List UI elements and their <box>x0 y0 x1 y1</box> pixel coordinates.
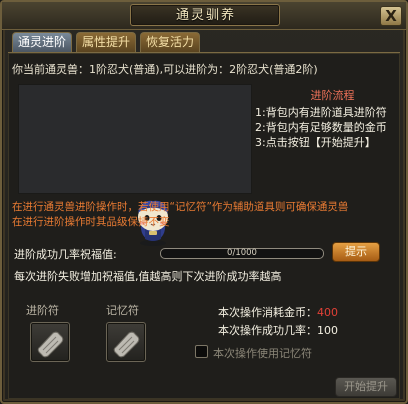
current-pet-text: 你当前通灵兽：1阶忍犬(普通),可以进阶为：2阶忍犬(普通2阶) <box>12 63 318 76</box>
bless-explanation: 每次进阶失败增加祝福值,值越高则下次进阶成功率越高 <box>14 270 282 283</box>
process-step-2: 2:背包内有足够数量的金币 <box>255 121 387 134</box>
tab-restore-vitality[interactable]: 恢复活力 <box>140 32 200 52</box>
cost-value: 400 <box>317 306 338 319</box>
success-rate-value: 100 <box>317 324 338 337</box>
warning-line-1: 在进行通灵兽进阶操作时，若使用“记忆符”作为辅助道具则可确保通灵兽 <box>12 201 349 213</box>
hint-button[interactable]: 提示 <box>332 242 380 262</box>
use-memory-checkbox[interactable] <box>195 345 208 358</box>
close-button[interactable]: X <box>380 6 402 26</box>
tab-advance[interactable]: 通灵进阶 <box>12 32 72 52</box>
memory-talisman-label: 记忆符 <box>106 304 139 317</box>
close-icon: X <box>385 7 397 25</box>
window-title: 通灵驯养 <box>175 8 236 23</box>
title-plate: 通灵驯养 <box>130 4 280 26</box>
advance-talisman-label: 进阶符 <box>26 304 59 317</box>
start-upgrade-button[interactable]: 开始提升 <box>335 377 397 397</box>
bless-progress-value: 0/1000 <box>227 248 257 258</box>
success-rate-line: 本次操作成功几率：100 <box>218 322 338 338</box>
pet-preview <box>18 84 252 246</box>
process-step-1: 1:背包内有进阶道具进阶符 <box>255 106 387 119</box>
bless-label: 进阶成功几率祝福值: <box>14 248 117 261</box>
training-window: 通灵驯养 X 通灵进阶 属性提升 恢复活力 你当前通灵兽：1阶忍犬(普通),可以… <box>0 0 408 404</box>
process-title: 进阶流程 <box>310 89 355 102</box>
advance-process: 进阶流程 1:背包内有进阶道具进阶符 2:背包内有足够数量的金币 3:点击按钮【… <box>255 87 400 150</box>
advance-talisman-slot[interactable] <box>30 322 70 362</box>
title-bar: 通灵驯养 X <box>2 2 406 30</box>
tab-attribute-boost[interactable]: 属性提升 <box>76 32 136 52</box>
use-memory-label: 本次操作使用记忆符 <box>213 347 312 360</box>
bless-progress-bar: 0/1000 <box>160 248 324 259</box>
scroll-icon <box>113 331 140 358</box>
process-step-3: 3:点击按钮【开始提升】 <box>255 136 376 149</box>
memory-warning: 在进行通灵兽进阶操作时，若使用“记忆符”作为辅助道具则可确保通灵兽 在进行进阶操… <box>12 200 400 230</box>
warning-line-2: 在进行进阶操作时其品级保持不变 <box>12 216 170 228</box>
cost-line: 本次操作消耗金币：400 <box>218 304 338 320</box>
scroll-icon <box>37 331 64 358</box>
success-rate-label: 本次操作成功几率： <box>218 324 317 337</box>
memory-talisman-slot[interactable] <box>106 322 146 362</box>
cost-label: 本次操作消耗金币： <box>218 306 317 319</box>
